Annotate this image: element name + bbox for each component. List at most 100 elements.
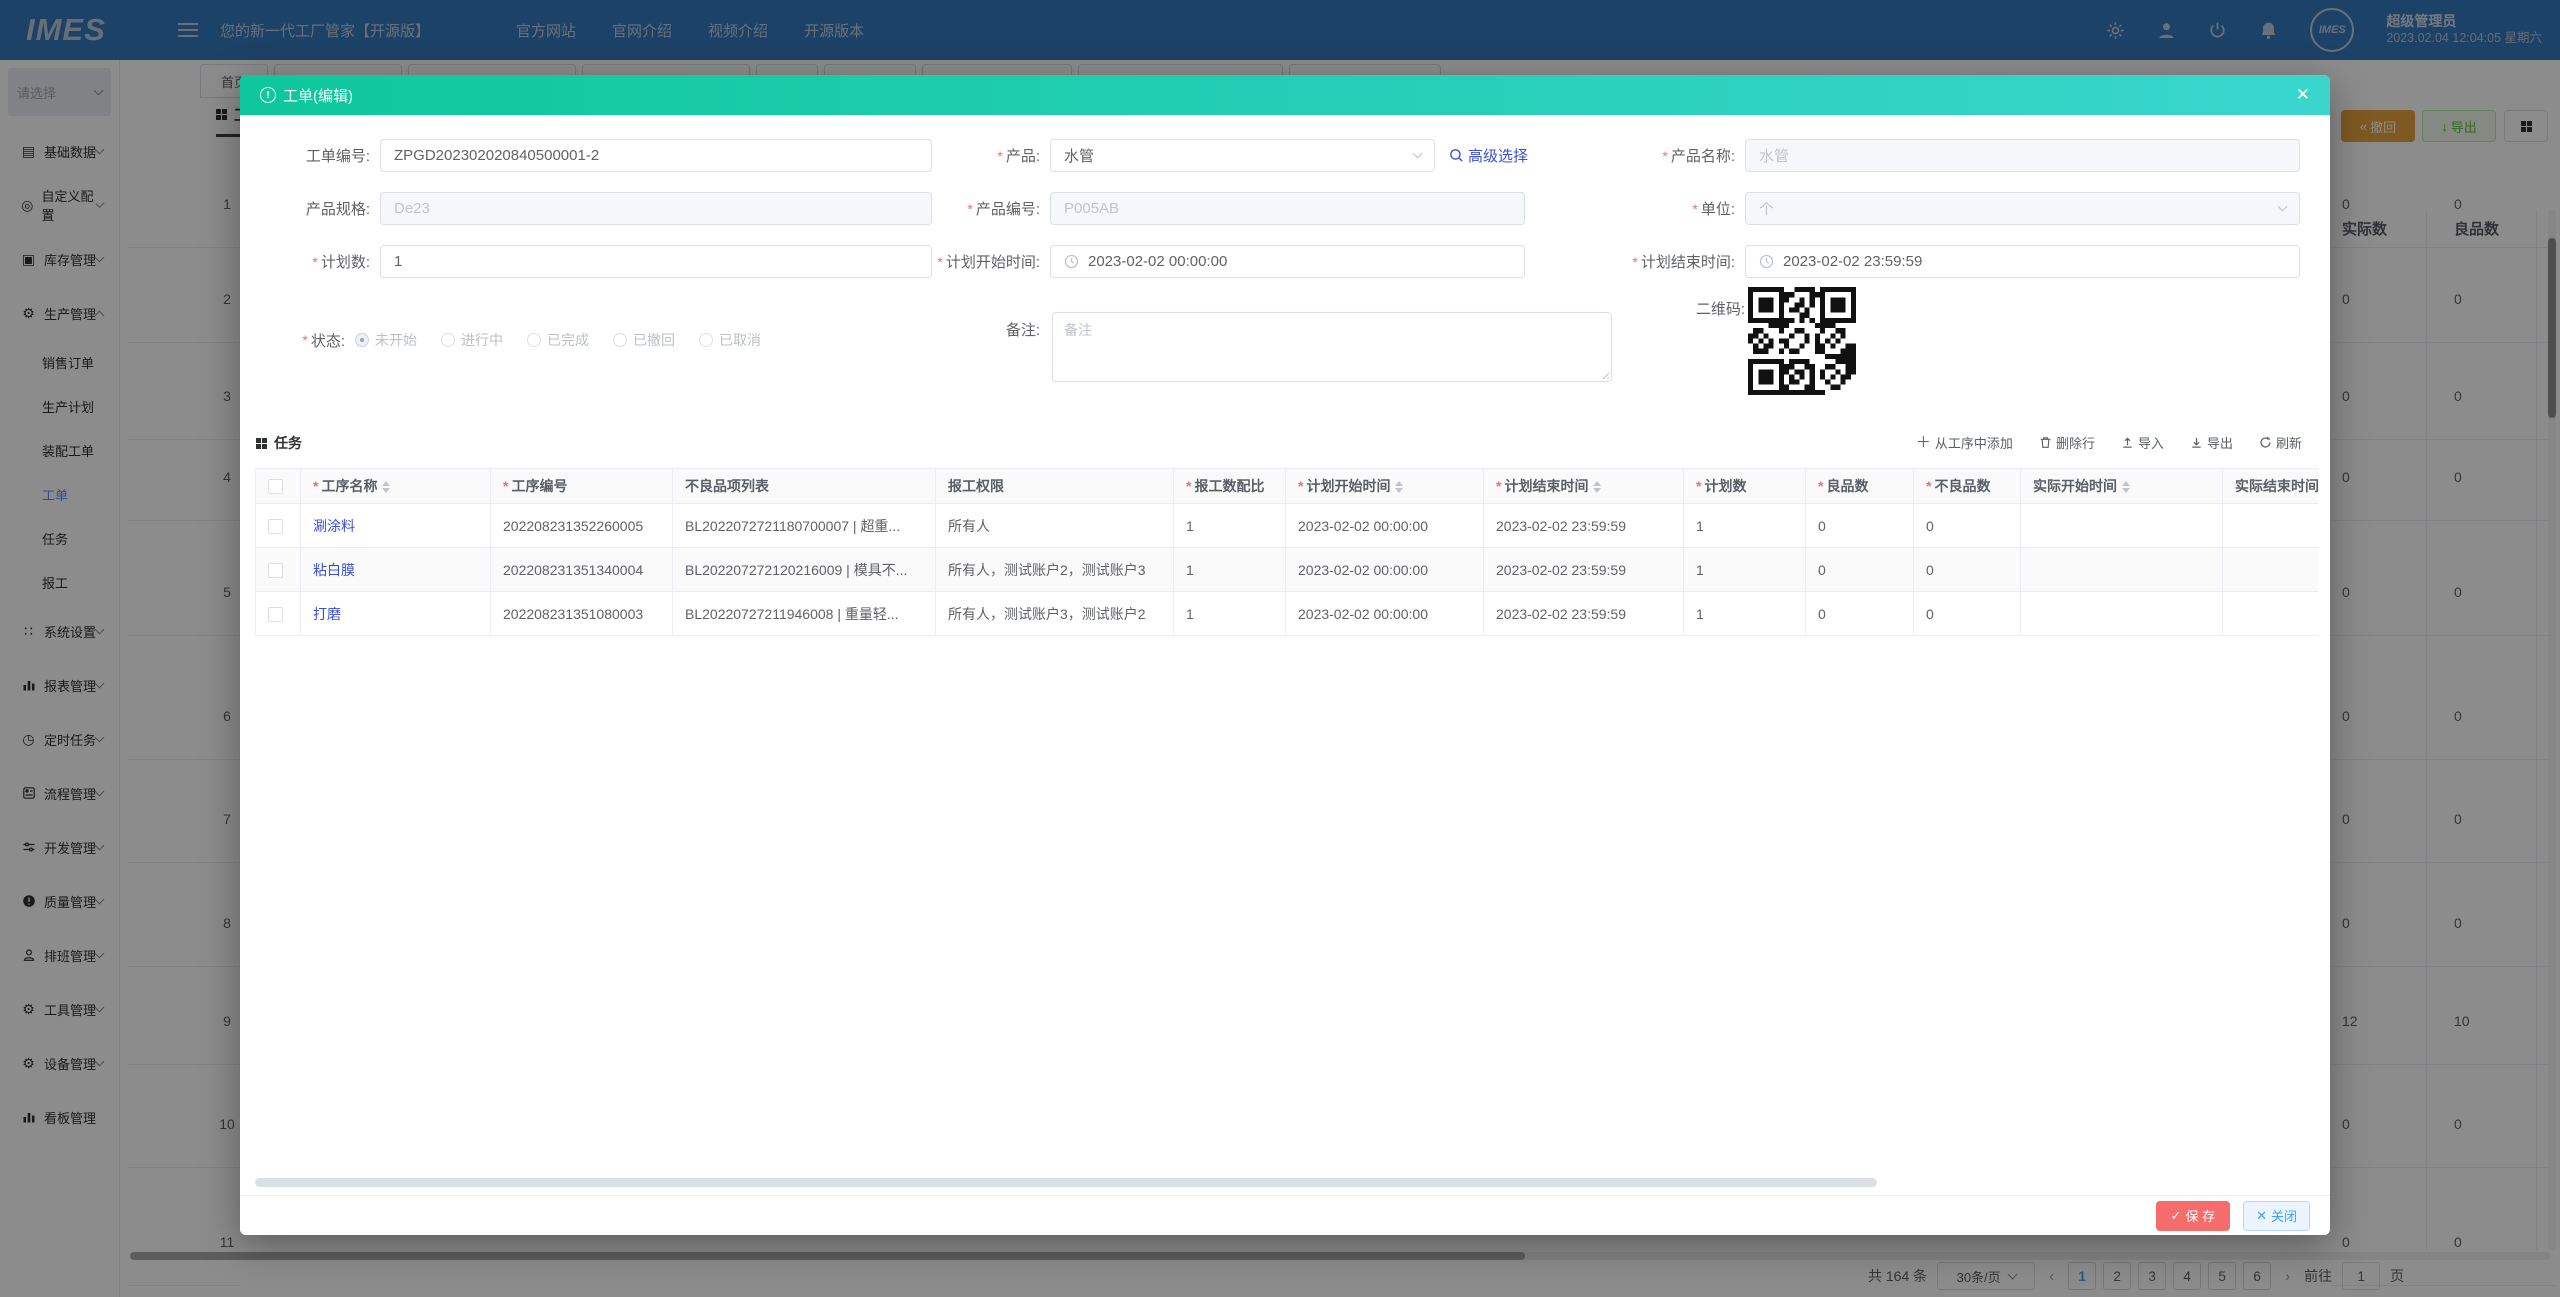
cell-plan_end: 2023-02-02 23:59:59 [1483,503,1684,548]
product-no-input: P005AB [1050,192,1525,225]
save-button[interactable]: ✓ 保 存 [2155,1200,2231,1231]
radio-icon [527,333,541,347]
plan-end-input[interactable]: 2023-02-02 23:59:59 [1745,245,2300,278]
cell-actual_start [2020,591,2223,636]
cell-ratio: 1 [1173,547,1286,592]
task-toolbar-label: 从工序中添加 [1934,436,2013,451]
radio-label: 已完成 [547,332,589,348]
cell-defects: BL2022072721180700007 | 超重... [672,503,936,548]
process-name-link[interactable]: 涮涂料 [313,518,355,534]
cell-bad: 0 [1913,591,2021,636]
cell-code: 202208231352260005 [490,503,673,548]
task-toolbar-从工序中添加[interactable]: ＋从工序中添加 [1916,433,2013,452]
column-header-工序编号: * 工序编号 [490,468,673,504]
info-icon: ! [260,87,276,103]
close-icon[interactable]: ✕ [2296,85,2310,105]
column-header-计划结束时间[interactable]: * 计划结束时间 [1483,468,1684,504]
unit-select: 个 [1745,192,2300,225]
cell-plan_qty: 1 [1683,503,1806,548]
process-name-link[interactable]: 打磨 [313,606,341,622]
radio-label: 未开始 [375,332,417,348]
cell-code: 202208231351340004 [490,547,673,592]
column-header-计划开始时间[interactable]: * 计划开始时间 [1285,468,1484,504]
cell-plan_qty: 1 [1683,591,1806,636]
task-toolbar-label: 删除行 [2055,436,2095,451]
clock-icon [1064,254,1079,269]
radio-label: 已取消 [719,332,761,348]
column-header-计划数: * 计划数 [1683,468,1806,504]
cell-defects: BL202207272120216009 | 模具不... [672,547,936,592]
product-name-label: * 产品名称: [1662,147,1735,166]
select-all-checkbox[interactable] [268,479,283,495]
chevron-down-icon [1412,148,1423,159]
cell-permission: 所有人，测试账户3，测试账户2 [935,591,1174,636]
task-toolbar-刷新[interactable]: 刷新 [2259,433,2302,452]
close-icon: ✕ [2256,1207,2267,1223]
work-order-edit-modal: ! 工单(编辑) ✕ 工单编号: ZPGD202302020840500001-… [240,75,2330,1235]
row-checkbox[interactable] [268,606,283,622]
status-radio-已完成[interactable]: 已完成 [527,330,589,350]
advanced-select-link[interactable]: 高级选择 [1449,145,1528,166]
cell-permission: 所有人，测试账户2，测试账户3 [935,547,1174,592]
cell-name: 打磨 [300,591,491,636]
row-checkbox[interactable] [268,518,283,534]
radio-label: 已撤回 [633,332,675,348]
status-radio-已撤回[interactable]: 已撤回 [613,330,675,350]
task-toolbar-导出[interactable]: 导出 [2190,433,2233,452]
sort-icon[interactable] [382,481,391,494]
status-radio-已取消[interactable]: 已取消 [699,330,761,350]
modal-horizontal-scrollbar-thumb[interactable] [255,1178,1877,1187]
column-header-不良品数: * 不良品数 [1913,468,2021,504]
sort-icon[interactable] [1593,481,1602,494]
cell-actual_end [2222,503,2318,548]
modal-title: 工单(编辑) [283,87,353,105]
plus-icon: ＋ [1915,434,1931,451]
column-header-工序名称[interactable]: * 工序名称 [300,468,491,504]
column-header-良品数: * 良品数 [1805,468,1914,504]
process-name-link[interactable]: 粘白膜 [313,562,355,578]
task-toolbar-删除行[interactable]: 删除行 [2039,433,2095,452]
task-table: * 工序名称 * 工序编号 不良品项列表 报工权限 * 报工数配比 * 计划开始时间 * 计划结束时间… [255,468,2318,636]
column-header-实际结束时间[interactable]: 实际结束时间 [2222,468,2318,504]
sort-icon[interactable] [2122,481,2130,494]
grid-icon [256,437,267,449]
order-no-input[interactable]: ZPGD202302020840500001-2 [380,139,932,172]
modal-footer: ✓ 保 存 ✕ 关闭 [240,1195,2330,1235]
cell-permission: 所有人 [935,503,1174,548]
unit-label: * 单位: [1692,200,1735,219]
cell-good: 0 [1805,547,1914,592]
qrcode-label: 二维码: [1695,301,1745,318]
cell-bad: 0 [1913,503,2021,548]
spec-input: De23 [380,192,932,225]
close-button[interactable]: ✕ 关闭 [2243,1200,2310,1231]
product-no-label: * 产品编号: [967,200,1040,219]
cell-actual_start [2020,547,2223,592]
radio-icon [613,333,627,347]
magnifier-icon [1450,149,1463,162]
sort-icon[interactable] [1395,481,1404,494]
modal-header: ! 工单(编辑) ✕ [240,75,2330,115]
refresh-icon [2259,436,2272,449]
plan-qty-input[interactable]: 1 [380,245,932,278]
plan-end-label: * 计划结束时间: [1632,253,1735,272]
task-section-title: 任务 [256,433,302,453]
column-header-实际开始时间[interactable]: 实际开始时间 [2020,468,2223,504]
upload-icon [2121,436,2134,449]
download-icon [2190,436,2203,449]
status-radio-未开始[interactable]: 未开始 [355,330,417,350]
plan-qty-label: * 计划数: [312,253,370,272]
plan-start-input[interactable]: 2023-02-02 00:00:00 [1050,245,1525,278]
cell-good: 0 [1805,503,1914,548]
cell-name: 粘白膜 [300,547,491,592]
clock-icon [1759,254,1774,269]
row-checkbox[interactable] [268,562,283,578]
modal-body: 工单编号: ZPGD202302020840500001-2 * 产品: 水管 高… [240,115,2330,1195]
status-radio-进行中[interactable]: 进行中 [441,330,503,350]
remark-label: 备注: [1005,322,1040,339]
task-toolbar-导入[interactable]: 导入 [2121,433,2164,452]
cell-defects: BL20220727211946008 | 重量轻... [672,591,936,636]
product-select[interactable]: 水管 [1050,139,1435,172]
remark-textarea[interactable]: 备注 [1052,312,1612,382]
task-toolbar-label: 导出 [2206,436,2233,451]
cell-plan_end: 2023-02-02 23:59:59 [1483,547,1684,592]
